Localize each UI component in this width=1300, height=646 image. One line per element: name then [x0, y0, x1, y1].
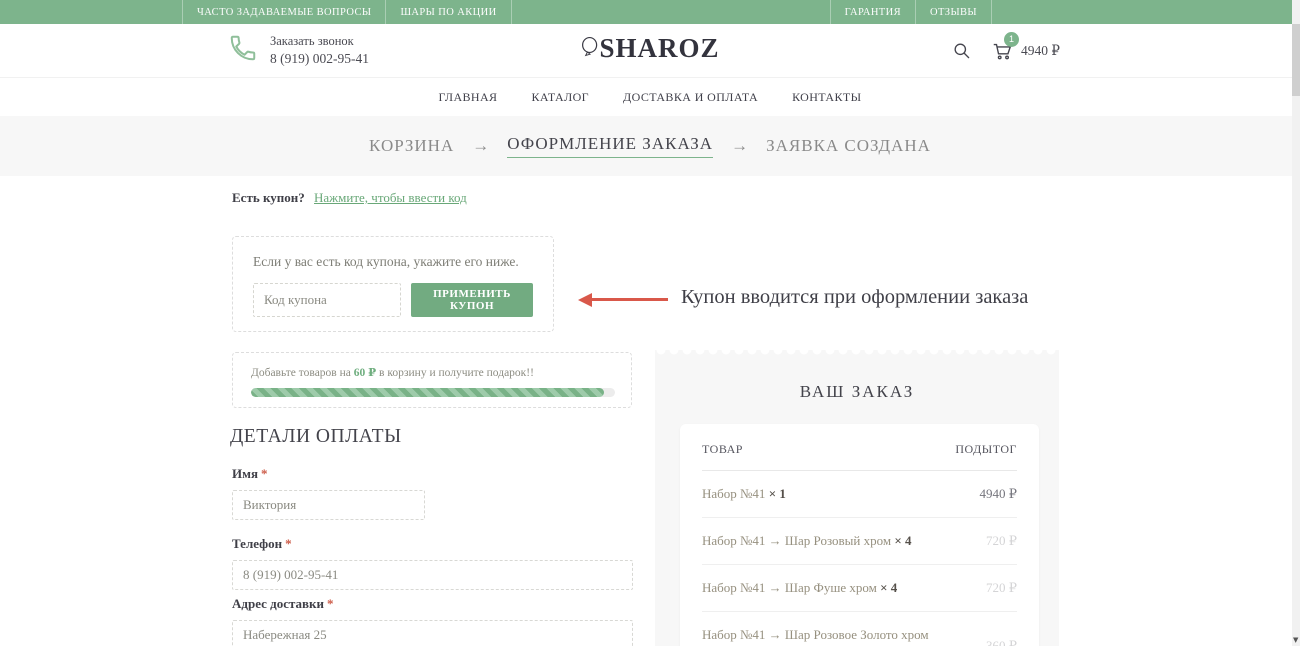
topbar-spacer — [512, 0, 830, 24]
gift-progress-track — [251, 388, 615, 397]
coupon-form: Если у вас есть код купона, укажите его … — [232, 236, 554, 332]
checkout-page: ЧАСТО ЗАДАВАЕМЫЕ ВОПРОСЫ ШАРЫ ПО АКЦИИ Г… — [0, 0, 1300, 646]
nav-item-home[interactable]: ГЛАВНАЯ — [438, 90, 497, 105]
item-qty: × 4 — [880, 580, 897, 595]
item-title: Набор №41 — [702, 486, 765, 501]
item-qty: × 4 — [894, 533, 911, 548]
apply-coupon-button[interactable]: ПРИМЕНИТЬ КУПОН — [411, 283, 533, 317]
step-arrow-icon: → — [472, 136, 489, 156]
topbar-left-links: ЧАСТО ЗАДАВАЕМЫЕ ВОПРОСЫ ШАРЫ ПО АКЦИИ — [182, 0, 512, 24]
address-input[interactable] — [232, 620, 633, 646]
gift-text-after: в корзину и получите подарок!! — [376, 367, 534, 379]
name-label-text: Имя — [232, 466, 258, 481]
col-product: ТОВАР — [702, 442, 743, 457]
nav-item-contacts[interactable]: КОНТАКТЫ — [792, 90, 861, 105]
nav-item-delivery[interactable]: ДОСТАВКА И ОПЛАТА — [623, 90, 758, 105]
billing-details-title: ДЕТАЛИ ОПЛАТЫ — [230, 426, 402, 448]
gift-amount: 60 ₽ — [354, 367, 376, 379]
annotation-arrow-icon — [592, 298, 668, 301]
cart-button[interactable]: 1 4940 ₽ — [991, 40, 1060, 62]
required-asterisk: * — [285, 536, 292, 551]
name-field-group: Имя* — [232, 466, 425, 520]
address-label-text: Адрес доставки — [232, 596, 324, 611]
order-item-name: Набор №41 → Шар Розовый хром × 4 — [702, 531, 932, 551]
coupon-code-input[interactable] — [253, 283, 401, 317]
order-item-price: 720 ₽ — [986, 580, 1017, 596]
main-nav: ГЛАВНАЯ КАТАЛОГ ДОСТАВКА И ОПЛАТА КОНТАК… — [0, 78, 1300, 116]
order-item-name: Набор №41 → Шар Фуше хром × 4 — [702, 578, 932, 598]
coupon-toggle-link[interactable]: Нажмите, чтобы ввести код — [314, 190, 467, 205]
step-arrow-icon: → — [731, 136, 748, 156]
step-cart[interactable]: КОРЗИНА — [369, 136, 454, 156]
col-subtotal: ПОДЫТОГ — [955, 442, 1017, 457]
logo[interactable]: SHAROZ — [0, 33, 1300, 68]
order-row: Набор №41 → Шар Розовый хром × 4 720 ₽ — [702, 518, 1017, 565]
order-table-header: ТОВАР ПОДЫТОГ — [702, 442, 1017, 471]
address-field-group: Адрес доставки* — [232, 596, 633, 646]
order-item-price: 360 ₽ — [986, 638, 1017, 646]
name-label: Имя* — [232, 466, 425, 482]
order-row: Набор №41 → Шар Розовое Золото хром × 2 … — [702, 612, 1017, 646]
order-item-name: Набор №41 × 1 — [702, 484, 932, 504]
topbar-link-faq[interactable]: ЧАСТО ЗАДАВАЕМЫЕ ВОПРОСЫ — [182, 0, 385, 24]
order-row: Набор №41 → Шар Фуше хром × 4 720 ₽ — [702, 565, 1017, 612]
name-input[interactable] — [232, 490, 425, 520]
nav-item-catalog[interactable]: КАТАЛОГ — [531, 90, 589, 105]
gift-progress-box: Добавьте товаров на 60 ₽ в корзину и пол… — [232, 352, 632, 408]
order-summary-title: ВАШ ЗАКАЗ — [655, 350, 1059, 402]
site-header: Заказать звонок 8 (919) 002-95-41 SHAROZ — [0, 24, 1300, 78]
topbar-right-links: ГАРАНТИЯ ОТЗЫВЫ — [830, 0, 992, 24]
header-actions: 1 4940 ₽ — [952, 40, 1060, 62]
coupon-hint: Если у вас есть код купона, укажите его … — [253, 254, 533, 270]
item-title: Набор №41 → Шар Розовый хром — [702, 533, 891, 548]
order-item-price: 720 ₽ — [986, 533, 1017, 549]
order-table: ТОВАР ПОДЫТОГ Набор №41 × 1 4940 ₽ Набор… — [680, 424, 1039, 646]
required-asterisk: * — [327, 596, 334, 611]
item-title: Набор №41 → Шар Фуше хром — [702, 580, 877, 595]
cart-count-badge: 1 — [1004, 32, 1019, 47]
annotation-text: Купон вводится при оформлении заказа — [681, 286, 1028, 309]
checkout-content: Есть купон? Нажмите, чтобы ввести код Ес… — [0, 176, 1300, 646]
address-label: Адрес доставки* — [232, 596, 633, 612]
topbar-link-sale-balloons[interactable]: ШАРЫ ПО АКЦИИ — [385, 0, 511, 24]
cart-total: 4940 ₽ — [1021, 43, 1060, 59]
gift-text-before: Добавьте товаров на — [251, 367, 354, 379]
gift-progress-fill — [251, 388, 604, 397]
coupon-question: Есть купон? Нажмите, чтобы ввести код — [232, 190, 467, 206]
order-summary-panel: ВАШ ЗАКАЗ ТОВАР ПОДЫТОГ Набор №41 × 1 49… — [655, 350, 1059, 646]
topbar-link-warranty[interactable]: ГАРАНТИЯ — [830, 0, 915, 24]
scroll-down-arrow-icon[interactable]: ▼ — [1293, 636, 1298, 644]
order-row: Набор №41 × 1 4940 ₽ — [702, 471, 1017, 518]
scrollbar-thumb[interactable] — [1292, 24, 1300, 96]
checkout-steps: КОРЗИНА → ОФОРМЛЕНИЕ ЗАКАЗА → ЗАЯВКА СОЗ… — [0, 116, 1300, 176]
phone-label-text: Телефон — [232, 536, 282, 551]
coupon-question-label: Есть купон? — [232, 190, 305, 205]
step-checkout-active[interactable]: ОФОРМЛЕНИЕ ЗАКАЗА — [507, 134, 713, 158]
order-item-name: Набор №41 → Шар Розовое Золото хром × 2 — [702, 625, 932, 646]
required-asterisk: * — [261, 466, 268, 481]
order-item-price: 4940 ₽ — [979, 486, 1017, 502]
item-qty: × 1 — [769, 486, 786, 501]
page-scrollbar[interactable]: ▼ — [1292, 0, 1300, 646]
phone-input[interactable] — [232, 560, 633, 590]
search-icon[interactable] — [952, 41, 971, 60]
topbar: ЧАСТО ЗАДАВАЕМЫЕ ВОПРОСЫ ШАРЫ ПО АКЦИИ Г… — [0, 0, 1300, 24]
phone-field-group: Телефон* — [232, 536, 633, 590]
step-order-created: ЗАЯВКА СОЗДАНА — [766, 136, 931, 156]
item-title: Набор №41 → Шар Розовое Золото хром — [702, 627, 929, 642]
topbar-link-reviews[interactable]: ОТЗЫВЫ — [915, 0, 992, 24]
gift-progress-text: Добавьте товаров на 60 ₽ в корзину и пол… — [251, 365, 613, 379]
logo-text: SHAROZ — [599, 33, 719, 63]
phone-label: Телефон* — [232, 536, 633, 552]
